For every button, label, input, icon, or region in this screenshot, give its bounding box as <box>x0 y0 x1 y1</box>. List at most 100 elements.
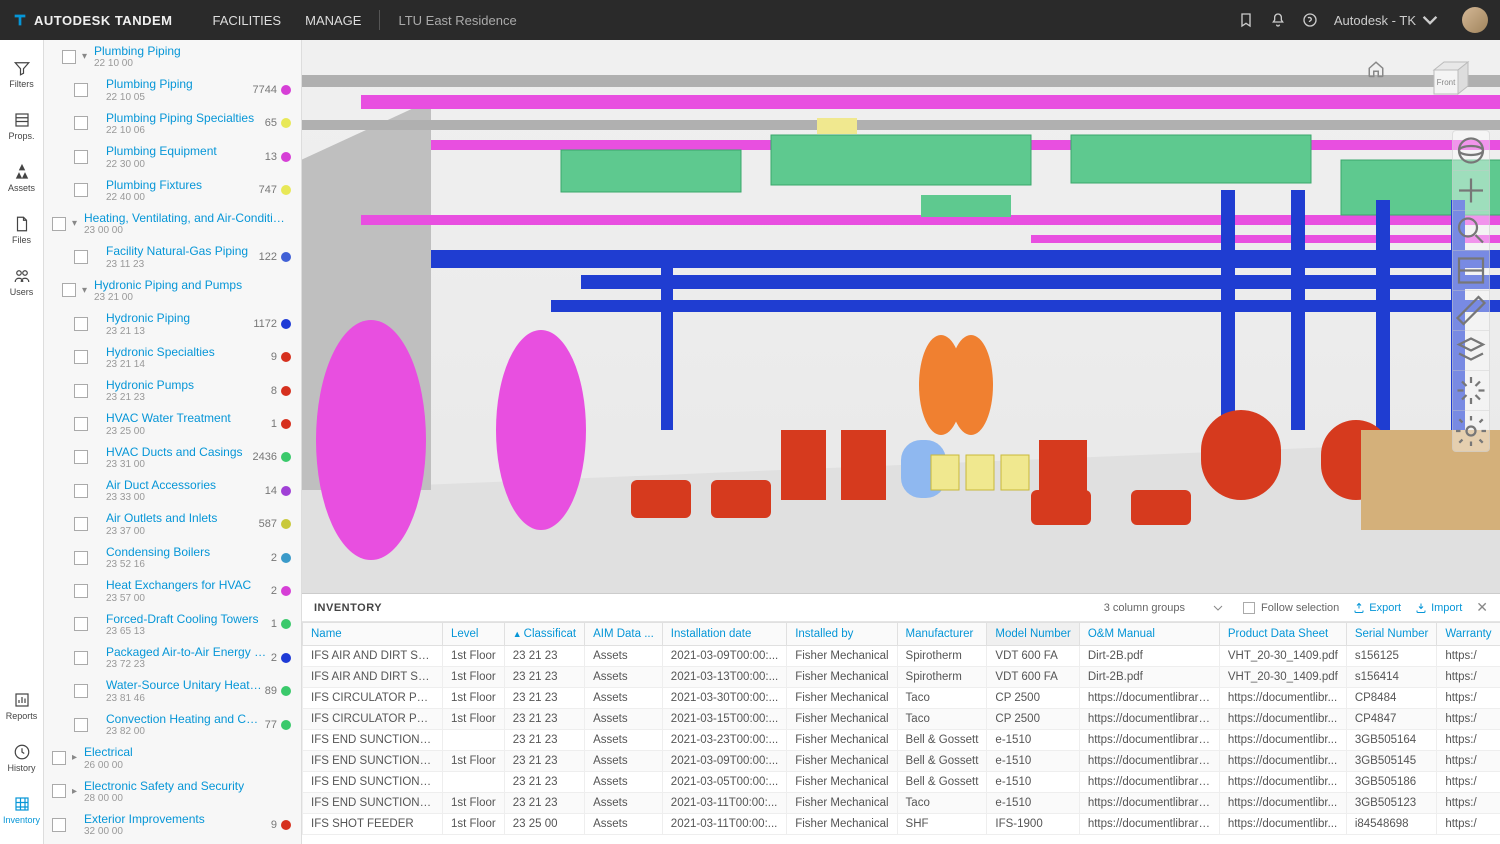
rail-history[interactable]: History <box>0 732 43 784</box>
column-header[interactable]: Installation date <box>662 623 786 646</box>
checkbox[interactable] <box>74 450 88 464</box>
checkbox[interactable] <box>74 718 88 732</box>
model-canvas[interactable] <box>302 40 1500 593</box>
checkbox[interactable] <box>74 551 88 565</box>
table-row[interactable]: IFS END SUNCTION PUMP1st Floor23 21 23As… <box>303 751 1500 772</box>
home-icon[interactable] <box>1367 60 1385 83</box>
chevron-icon[interactable]: ▾ <box>82 51 94 62</box>
checkbox[interactable] <box>74 183 88 197</box>
chevron-icon[interactable]: ▸ <box>72 752 84 763</box>
inventory-table[interactable]: NameLevel▲ClassificatAIM Data ...Install… <box>302 622 1500 844</box>
tree-row[interactable]: ▸ Electronic Safety and Security28 00 00 <box>44 775 301 808</box>
section-tool[interactable] <box>1453 251 1489 291</box>
viewport-3d[interactable]: Front <box>302 40 1500 593</box>
checkbox[interactable] <box>74 350 88 364</box>
rail-files[interactable]: Files <box>0 204 43 256</box>
tree-row[interactable]: Hydronic Specialties23 21 14 9 <box>44 341 301 374</box>
tree-row[interactable]: Packaged Air-to-Air Energy Recover...23 … <box>44 641 301 674</box>
rail-users[interactable]: Users <box>0 256 43 308</box>
rail-assets[interactable]: Assets <box>0 152 43 204</box>
table-row[interactable]: IFS AIR AND DIRT SEPERA...1st Floor23 21… <box>303 646 1500 667</box>
tree-row[interactable]: Water-Source Unitary Heat Pumps23 81 46 … <box>44 674 301 707</box>
tree-row[interactable]: Air Outlets and Inlets23 37 00 587 <box>44 507 301 540</box>
checkbox[interactable] <box>74 150 88 164</box>
chevron-icon[interactable]: ▾ <box>82 285 94 296</box>
table-row[interactable]: IFS SHOT FEEDER1st Floor23 25 00Assets20… <box>303 814 1500 835</box>
zoom-tool[interactable] <box>1453 211 1489 251</box>
rail-reports[interactable]: Reports <box>0 680 43 732</box>
tree-row[interactable]: Air Duct Accessories23 33 00 14 <box>44 474 301 507</box>
checkbox[interactable] <box>74 384 88 398</box>
follow-selection-toggle[interactable]: Follow selection <box>1243 602 1339 614</box>
column-header[interactable]: Product Data Sheet <box>1219 623 1346 646</box>
table-row[interactable]: IFS AIR AND DIRT SEPERA...1st Floor23 21… <box>303 667 1500 688</box>
avatar[interactable] <box>1462 7 1488 33</box>
checkbox[interactable] <box>74 250 88 264</box>
column-header[interactable]: Manufacturer <box>897 623 987 646</box>
tree-row[interactable]: ▸ Electrical26 00 00 <box>44 741 301 774</box>
column-header[interactable]: Warranty <box>1437 623 1500 646</box>
table-row[interactable]: IFS END SUNCTION PUMP23 21 23Assets2021-… <box>303 772 1500 793</box>
orbit-tool[interactable] <box>1453 131 1489 171</box>
column-header[interactable]: ▲Classificat <box>504 623 584 646</box>
layers-tool[interactable] <box>1453 331 1489 371</box>
export-button[interactable]: Export <box>1353 602 1401 614</box>
column-header[interactable]: O&M Manual <box>1079 623 1219 646</box>
rail-inventory[interactable]: Inventory <box>0 784 43 836</box>
checkbox[interactable] <box>74 517 88 531</box>
column-header[interactable]: AIM Data ... <box>585 623 663 646</box>
checkbox[interactable] <box>52 818 66 832</box>
column-groups-dropdown[interactable]: 3 column groups <box>1098 600 1229 616</box>
checkbox[interactable] <box>52 751 66 765</box>
column-header[interactable]: Serial Number <box>1346 623 1437 646</box>
checkbox[interactable] <box>74 484 88 498</box>
checkbox[interactable] <box>62 283 76 297</box>
checkbox[interactable] <box>52 217 66 231</box>
project-name[interactable]: LTU East Residence <box>398 13 516 28</box>
column-header[interactable]: Level <box>443 623 505 646</box>
viewcube[interactable]: Front <box>1424 58 1472 100</box>
bookmark-icon[interactable] <box>1238 12 1254 28</box>
column-header[interactable]: Installed by <box>787 623 897 646</box>
settings-tool[interactable] <box>1453 411 1489 451</box>
tree-row[interactable]: HVAC Water Treatment23 25 00 1 <box>44 407 301 440</box>
tree-row[interactable]: Plumbing Fixtures22 40 00 747 <box>44 174 301 207</box>
column-header[interactable]: Model Number <box>987 623 1079 646</box>
user-menu[interactable]: Autodesk - TK <box>1334 12 1438 28</box>
checkbox[interactable] <box>74 317 88 331</box>
tree-row[interactable]: Plumbing Equipment22 30 00 13 <box>44 140 301 173</box>
measure-tool[interactable] <box>1453 291 1489 331</box>
tree-row[interactable]: ▾ Heating, Ventilating, and Air-Conditio… <box>44 207 301 240</box>
tree-row[interactable]: Convection Heating and Cooling U...23 82… <box>44 708 301 741</box>
tree-row[interactable]: Hydronic Pumps23 21 23 8 <box>44 374 301 407</box>
tree-row[interactable]: Heat Exchangers for HVAC23 57 00 2 <box>44 574 301 607</box>
nav-facilities[interactable]: FACILITIES <box>212 13 281 28</box>
tree-row[interactable]: Facility Natural-Gas Piping23 11 23 122 <box>44 240 301 273</box>
checkbox[interactable] <box>74 651 88 665</box>
table-row[interactable]: IFS END SUNCTION PUMP23 21 23Assets2021-… <box>303 730 1500 751</box>
explode-tool[interactable] <box>1453 371 1489 411</box>
help-icon[interactable] <box>1302 12 1318 28</box>
table-row[interactable]: IFS CIRCULATOR PUMP1st Floor23 21 23Asse… <box>303 709 1500 730</box>
nav-manage[interactable]: MANAGE <box>305 13 361 28</box>
checkbox[interactable] <box>74 116 88 130</box>
checkbox[interactable] <box>62 50 76 64</box>
rail-filters[interactable]: Filters <box>0 48 43 100</box>
tree-row[interactable]: Exterior Improvements32 00 00 9 <box>44 808 301 841</box>
table-row[interactable]: IFS CIRCULATOR PUMP1st Floor23 21 23Asse… <box>303 688 1500 709</box>
tree-row[interactable]: Forced-Draft Cooling Towers23 65 13 1 <box>44 608 301 641</box>
table-row[interactable]: IFS END SUNCTION PUMP1st Floor23 21 23As… <box>303 793 1500 814</box>
tree-row[interactable]: HVAC Ducts and Casings23 31 00 2436 <box>44 441 301 474</box>
filter-sidebar[interactable]: ▾ Plumbing Piping22 10 00 Plumbing Pipin… <box>44 40 302 844</box>
import-button[interactable]: Import <box>1415 602 1462 614</box>
tree-row[interactable]: Hydronic Piping23 21 13 1172 <box>44 307 301 340</box>
column-header[interactable]: Name <box>303 623 443 646</box>
pan-tool[interactable] <box>1453 171 1489 211</box>
rail-props[interactable]: Props. <box>0 100 43 152</box>
tree-row[interactable]: ▾ Plumbing Piping22 10 00 <box>44 40 301 73</box>
chevron-icon[interactable]: ▾ <box>72 218 84 229</box>
bell-icon[interactable] <box>1270 12 1286 28</box>
close-button[interactable]: ✕ <box>1476 599 1488 616</box>
tree-row[interactable]: Plumbing Piping Specialties22 10 06 65 <box>44 107 301 140</box>
checkbox[interactable] <box>74 684 88 698</box>
